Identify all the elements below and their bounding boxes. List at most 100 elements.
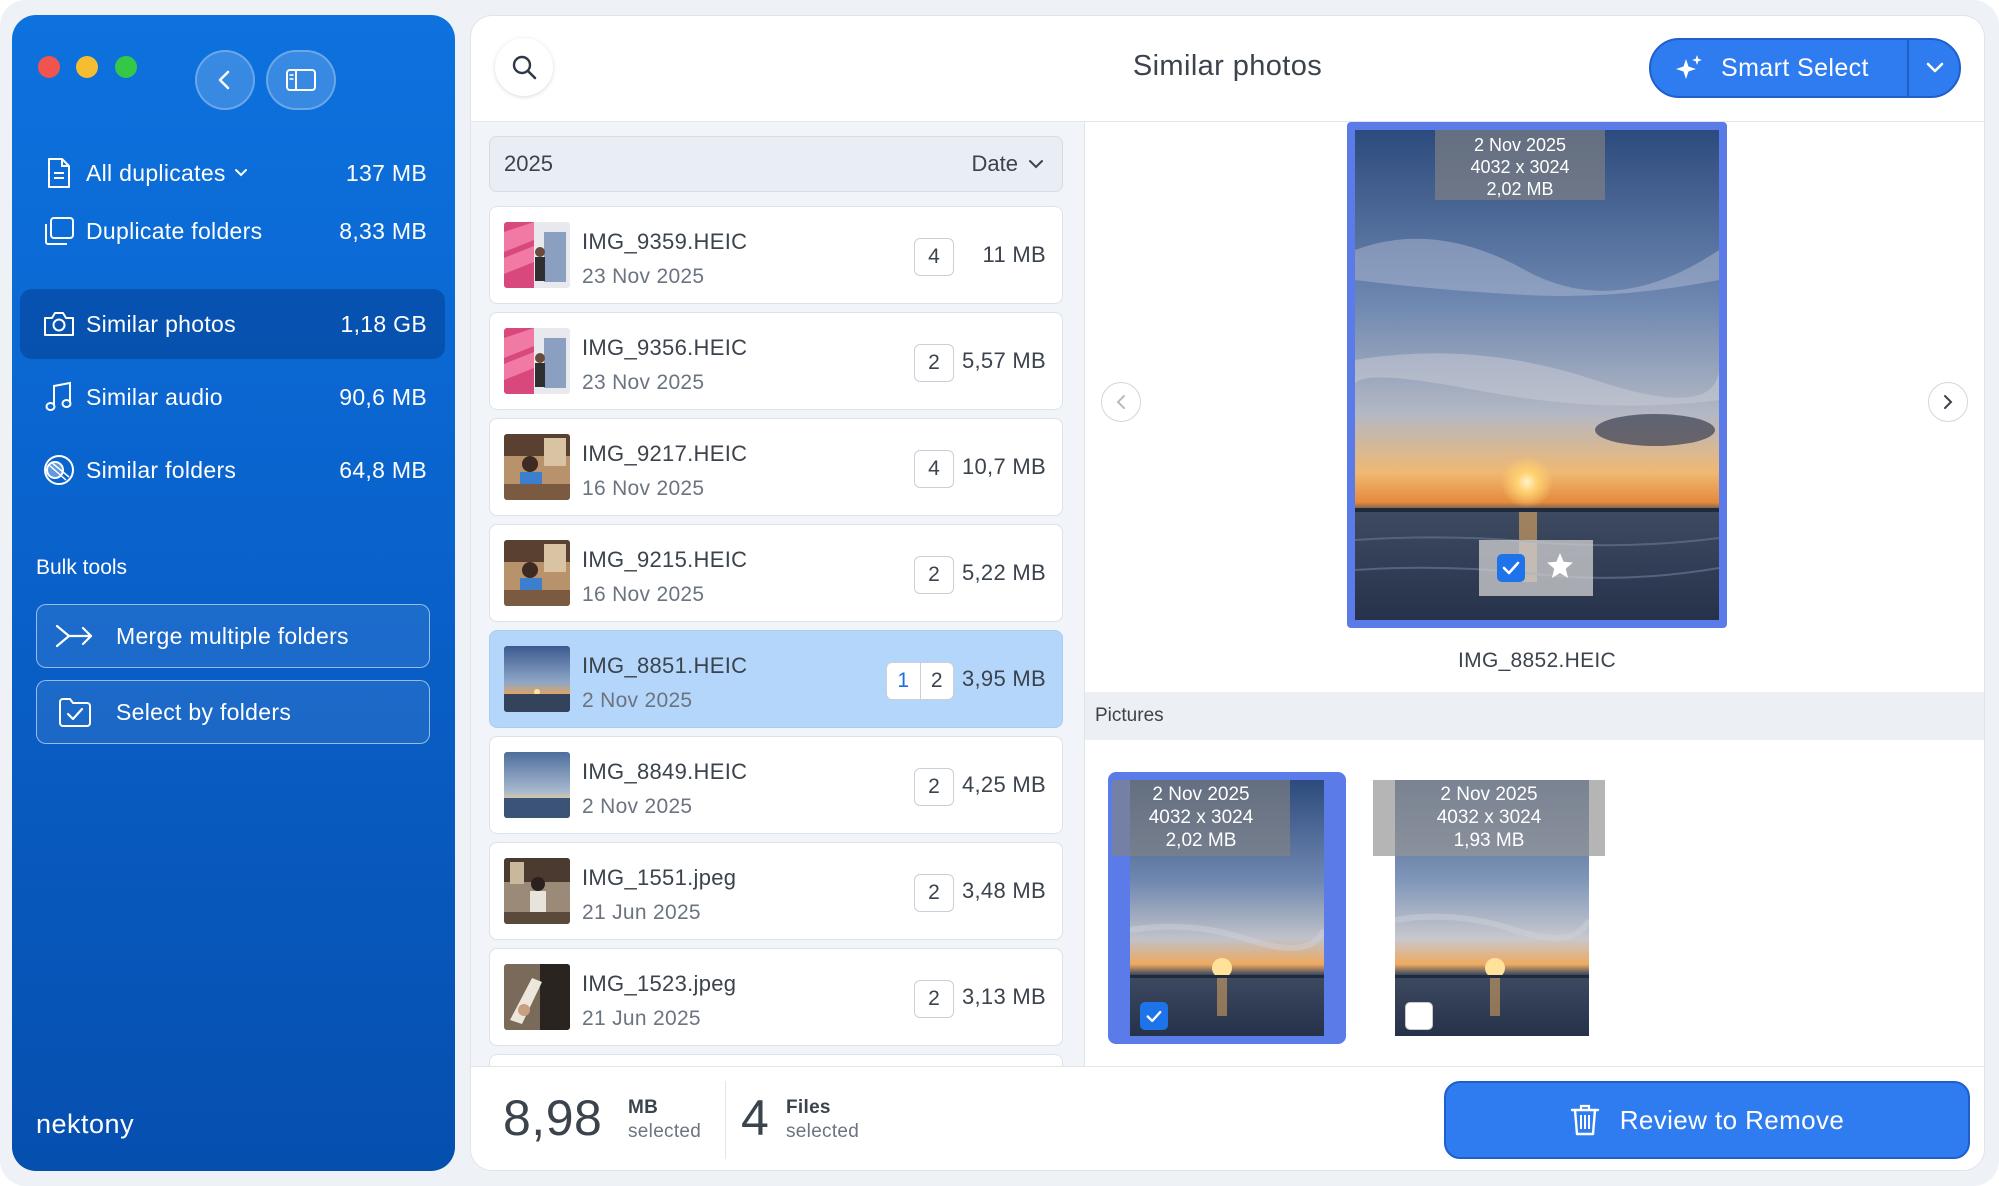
list-item[interactable]: IMG_9356.HEIC 23 Nov 2025 2 5,57 MB — [489, 312, 1063, 410]
sort-dropdown[interactable]: Date — [972, 151, 1044, 177]
sidebar-item-label: Similar photos — [86, 310, 236, 337]
sidebar-toggle-button[interactable] — [266, 50, 336, 110]
list-item[interactable] — [489, 1054, 1063, 1066]
file-size: 5,22 MB — [961, 560, 1046, 585]
image-date: 2 Nov 2025 — [1440, 784, 1538, 805]
sidebar: All duplicates 137 MB Duplicate folders … — [12, 15, 455, 1171]
list-item[interactable]: IMG_9217.HEIC 16 Nov 2025 4 10,7 MB — [489, 418, 1063, 516]
file-size: 3,95 MB — [961, 666, 1046, 691]
sidebar-item-similar-photos[interactable]: Similar photos 1,18 GB — [20, 289, 445, 359]
file-size: 3,48 MB — [961, 878, 1046, 903]
similar-count-badge: 4 — [914, 450, 954, 488]
smart-select-label: Smart Select — [1721, 53, 1869, 82]
list-item[interactable]: IMG_1523.jpeg 21 Jun 2025 2 3,13 MB — [489, 948, 1063, 1046]
image-dimensions: 4032 x 3024 — [1470, 157, 1570, 177]
selected-size-unit: MB — [628, 1097, 659, 1118]
file-name: IMG_1523.jpeg — [582, 971, 737, 996]
file-name: IMG_8851.HEIC — [582, 653, 748, 678]
chevron-left-icon — [1116, 395, 1125, 409]
file-date: 16 Nov 2025 — [582, 477, 705, 500]
minimize-window-button[interactable] — [76, 56, 98, 78]
image-tools — [1479, 540, 1593, 596]
select-checkbox[interactable] — [1405, 1002, 1433, 1030]
file-name: IMG_8849.HEIC — [582, 759, 748, 784]
sidebar-item-size: 64,8 MB — [339, 456, 427, 483]
similar-count-badge: 2 — [914, 556, 954, 594]
smart-select-dropdown-button[interactable] — [1909, 40, 1961, 96]
photo-thumbnail — [504, 964, 570, 1030]
file-name: IMG_9359.HEIC — [582, 229, 748, 254]
previous-image-button[interactable] — [1101, 382, 1141, 422]
list-item[interactable]: IMG_1551.jpeg 21 Jun 2025 2 3,48 MB — [489, 842, 1063, 940]
group-header: 2025 Date — [489, 136, 1063, 192]
star-icon[interactable] — [1545, 551, 1575, 586]
smart-select-button[interactable]: Smart Select — [1649, 38, 1961, 98]
merge-folders-button[interactable]: Merge multiple folders — [36, 604, 430, 668]
select-by-folders-button[interactable]: Select by folders — [36, 680, 430, 744]
checkmark-icon — [1502, 561, 1520, 575]
sidebar-item-size: 8,33 MB — [339, 217, 427, 244]
bulk-tool-label: Merge multiple folders — [116, 622, 349, 649]
chevron-down-icon — [234, 169, 247, 177]
image-date: 2 Nov 2025 — [1473, 135, 1567, 155]
selected-files-value: 4 — [741, 1090, 770, 1146]
image-size: 2,02 MB — [1165, 830, 1237, 851]
file-date: 16 Nov 2025 — [582, 583, 705, 606]
select-checkbox[interactable] — [1140, 1002, 1168, 1030]
footer: 8,98 MB selected 4 Files selected Review… — [471, 1066, 1984, 1170]
photo-card-selected[interactable]: 2 Nov 2025 4032 x 3024 2,02 MB — [1108, 772, 1346, 1044]
sidebar-item-label: Similar folders — [86, 456, 237, 483]
select-checkbox[interactable] — [1497, 554, 1525, 582]
photo-thumbnail — [504, 540, 570, 606]
image-size: 1,93 MB — [1453, 830, 1525, 851]
chevron-left-icon — [218, 70, 230, 90]
camera-icon — [42, 307, 76, 341]
review-to-remove-button[interactable]: Review to Remove — [1444, 1081, 1970, 1159]
review-to-remove-label: Review to Remove — [1619, 1104, 1845, 1135]
image-dimensions: 4032 x 3024 — [1436, 807, 1542, 828]
sidebar-icon — [286, 69, 316, 91]
file-date: 21 Jun 2025 — [582, 901, 701, 924]
close-window-button[interactable] — [38, 56, 60, 78]
sidebar-item-label: Similar audio — [86, 383, 223, 410]
file-name: IMG_9356.HEIC — [582, 335, 748, 360]
main-preview[interactable]: 2 Nov 2025 4032 x 3024 2,02 MB — [1347, 122, 1727, 628]
file-date: 21 Jun 2025 — [582, 1007, 701, 1030]
file-date: 23 Nov 2025 — [582, 265, 705, 288]
list-item[interactable]: IMG_8849.HEIC 2 Nov 2025 2 4,25 MB — [489, 736, 1063, 834]
sidebar-item-size: 90,6 MB — [339, 383, 427, 410]
sidebar-item-duplicate-folders[interactable]: Duplicate folders 8,33 MB — [20, 196, 445, 266]
photo-card[interactable]: 2 Nov 2025 4032 x 3024 1,93 MB — [1373, 772, 1611, 1044]
next-image-button[interactable] — [1928, 382, 1968, 422]
list-item-selected[interactable]: IMG_8851.HEIC 2 Nov 2025 1 2 3,95 MB — [489, 630, 1063, 728]
list-item[interactable]: IMG_9215.HEIC 16 Nov 2025 2 5,22 MB — [489, 524, 1063, 622]
file-size: 10,7 MB — [961, 454, 1046, 479]
preview-image: 2 Nov 2025 4032 x 3024 2,02 MB — [1355, 130, 1719, 620]
list-item[interactable]: IMG_9359.HEIC 23 Nov 2025 4 11 MB — [489, 206, 1063, 304]
selected-files-unit: Files — [786, 1097, 831, 1118]
file-size: 3,13 MB — [961, 984, 1046, 1009]
sparkles-icon — [1673, 52, 1705, 84]
zoom-window-button[interactable] — [115, 56, 137, 78]
sidebar-item-similar-folders[interactable]: Similar folders 64,8 MB — [20, 435, 445, 505]
back-button[interactable] — [195, 50, 255, 110]
bulk-tools-title: Bulk tools — [36, 556, 128, 579]
selected-count: 1 — [887, 663, 921, 699]
file-name: IMG_1551.jpeg — [582, 865, 737, 890]
main-panel: Similar photos Smart Select 2025 Date IM… — [470, 15, 1985, 1171]
file-size: 4,25 MB — [961, 772, 1046, 797]
toolbar: Similar photos Smart Select — [471, 16, 1984, 122]
trash-icon — [1570, 1104, 1599, 1136]
chevron-down-icon — [1029, 160, 1043, 169]
file-name: IMG_9215.HEIC — [582, 547, 748, 572]
sort-label: Date — [971, 151, 1018, 176]
file-date: 23 Nov 2025 — [582, 371, 705, 394]
sidebar-item-similar-audio[interactable]: Similar audio 90,6 MB — [20, 362, 445, 432]
photo-thumbnail — [504, 752, 570, 818]
selected-files-label: selected — [786, 1121, 860, 1142]
similar-folders-icon — [42, 453, 76, 487]
app-window: All duplicates 137 MB Duplicate folders … — [0, 0, 1999, 1186]
image-info-overlay: 2 Nov 2025 4032 x 3024 1,93 MB — [1373, 780, 1605, 856]
selected-size-label: selected — [628, 1121, 702, 1142]
file-date: 2 Nov 2025 — [582, 689, 693, 712]
